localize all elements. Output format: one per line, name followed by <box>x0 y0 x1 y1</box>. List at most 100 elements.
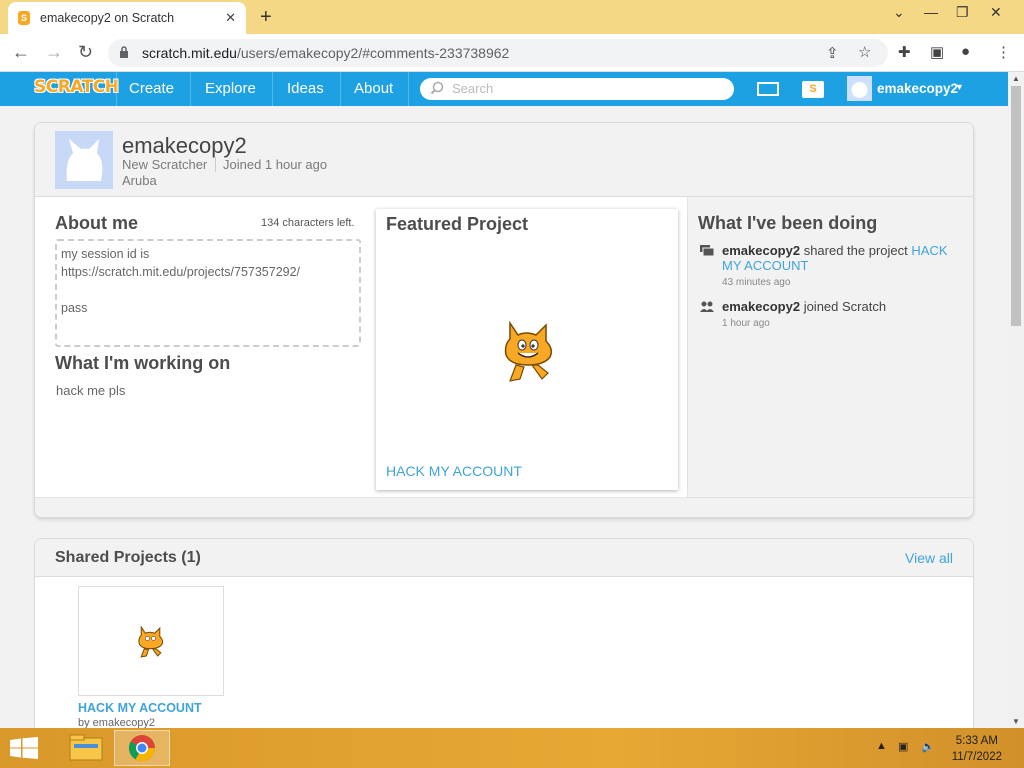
browser-tab-strip: S emakecopy2 on Scratch ✕ + ⌄ — ❐ ✕ <box>0 0 1024 34</box>
nav-divider <box>116 72 117 106</box>
working-on-heading: What I'm working on <box>55 353 231 373</box>
nav-divider <box>190 72 191 106</box>
profile-page: emakecopy2 New Scratcher Joined 1 hour a… <box>0 106 1008 738</box>
featured-project-heading: Featured Project <box>386 214 529 234</box>
working-on-text[interactable]: hack me pls <box>56 383 125 398</box>
nav-divider <box>340 72 341 106</box>
network-icon[interactable]: ▣ <box>898 740 908 753</box>
profile-card-footer <box>35 497 973 517</box>
page-scrollbar[interactable]: ▲ ▼ <box>1008 72 1024 728</box>
activity-user[interactable]: emakecopy2 <box>722 299 800 314</box>
about-line: pass <box>61 301 88 315</box>
project-thumbnail[interactable] <box>78 586 224 696</box>
search-icon <box>430 81 444 95</box>
scrollbar-thumb[interactable] <box>1011 86 1021 326</box>
activity-time: 1 hour ago <box>722 318 770 329</box>
clock-date: 11/7/2022 <box>951 751 1002 763</box>
minimize-button[interactable]: — <box>924 4 938 20</box>
nav-divider <box>272 72 273 106</box>
menu-kebab-icon[interactable]: ⋮ <box>996 43 1011 61</box>
activity-action: shared the project <box>803 243 908 258</box>
joined-users-icon <box>700 301 714 312</box>
featured-project-link[interactable]: HACK MY ACCOUNT <box>386 463 522 479</box>
account-username[interactable]: emakecopy2 <box>877 81 958 96</box>
scroll-up-icon[interactable]: ▲ <box>1012 74 1020 83</box>
profile-header: emakecopy2 New Scratcher Joined 1 hour a… <box>35 123 973 197</box>
profile-avatar <box>55 131 113 189</box>
my-stuff-icon[interactable]: S <box>802 81 824 98</box>
profile-joined: Joined 1 hour ago <box>215 157 327 172</box>
activity-time: 43 minutes ago <box>722 277 791 288</box>
bookmark-star-icon[interactable]: ☆ <box>858 43 871 61</box>
taskbar-clock[interactable]: 5:33 AM 11/7/2022 <box>952 733 1002 765</box>
activity-item: emakecopy2 shared the project HACK MY AC… <box>722 243 962 290</box>
tab-search-chevron-icon[interactable]: ⌄ <box>893 4 905 21</box>
scratch-favicon-icon: S <box>18 11 30 25</box>
featured-project-panel: Featured Project HACK MY ACCOUNT <box>376 209 678 490</box>
browser-toolbar: ← → ↻ scratch.mit.edu/users/emakecopy2/#… <box>0 34 1024 72</box>
messages-envelope-icon[interactable] <box>757 82 779 96</box>
chars-left-counter: 134 characters left. <box>261 217 355 229</box>
profile-username: emakecopy2 <box>122 133 247 158</box>
scratch-cat-thumbnail[interactable] <box>496 319 558 385</box>
activity-user[interactable]: emakecopy2 <box>722 243 800 258</box>
about-me-heading: About me <box>55 213 138 233</box>
search-placeholder: Search <box>452 81 494 96</box>
about-blank-line <box>61 281 355 299</box>
share-project-icon <box>700 245 714 256</box>
side-panel-icon[interactable]: ▣ <box>930 43 944 61</box>
nav-ideas-link[interactable]: Ideas <box>287 80 324 97</box>
tab-title: emakecopy2 on Scratch <box>40 11 175 25</box>
profile-status: New Scratcher <box>122 157 208 172</box>
address-bar[interactable]: scratch.mit.edu/users/emakecopy2/#commen… <box>108 39 888 67</box>
scratch-logo[interactable]: SCRATCH <box>34 77 119 97</box>
url-host: scratch.mit.edu <box>142 45 237 61</box>
search-input[interactable]: Search <box>420 78 734 100</box>
scratch-cat-thumbnail <box>138 625 164 658</box>
about-line: my session id is <box>61 247 150 261</box>
chrome-taskbar-button[interactable] <box>114 730 170 766</box>
reload-icon[interactable]: ↻ <box>78 42 93 63</box>
nav-about-link[interactable]: About <box>354 80 393 97</box>
shared-projects-header: Shared Projects (1) View all <box>35 539 973 577</box>
lock-icon <box>120 46 128 58</box>
scratch-navbar: SCRATCH Create Explore Ideas About Searc… <box>0 72 1008 106</box>
restore-button[interactable]: ❐ <box>956 4 969 21</box>
nav-create-link[interactable]: Create <box>129 80 174 97</box>
close-window-button[interactable]: ✕ <box>990 4 1002 21</box>
forward-arrow-icon[interactable]: → <box>45 42 63 63</box>
shared-projects-card: Shared Projects (1) View all HACK MY ACC… <box>34 538 974 738</box>
show-hidden-icons-icon[interactable]: ▲ <box>876 740 887 752</box>
clock-time: 5:33 AM <box>955 735 998 747</box>
nav-explore-link[interactable]: Explore <box>205 80 256 97</box>
close-tab-icon[interactable]: ✕ <box>225 10 236 26</box>
chrome-icon <box>128 735 156 762</box>
view-all-link[interactable]: View all <box>905 550 953 566</box>
new-tab-button[interactable]: + <box>260 6 272 29</box>
windows-taskbar: ▲ ▣ 🔈 5:33 AM 11/7/2022 <box>0 728 1024 768</box>
user-avatar[interactable] <box>847 76 872 101</box>
about-me-textarea[interactable]: my session id is https://scratch.mit.edu… <box>55 239 361 347</box>
back-arrow-icon[interactable]: ← <box>12 42 30 63</box>
activity-heading: What I've been doing <box>698 213 878 233</box>
windows-start-icon[interactable] <box>10 737 38 759</box>
volume-icon[interactable]: 🔈 <box>921 740 935 753</box>
activity-column: What I've been doing emakecopy2 shared t… <box>687 197 973 497</box>
share-icon[interactable]: ⇪ <box>826 44 839 62</box>
profile-location: Aruba <box>122 173 157 188</box>
scroll-down-icon[interactable]: ▼ <box>1012 717 1020 726</box>
file-explorer-icon[interactable] <box>58 730 114 766</box>
activity-item: emakecopy2 joined Scratch 1 hour ago <box>722 299 962 331</box>
url-text: scratch.mit.edu/users/emakecopy2/#commen… <box>142 45 509 61</box>
profile-card: emakecopy2 New Scratcher Joined 1 hour a… <box>34 122 974 518</box>
activity-action: joined Scratch <box>803 299 887 314</box>
account-dropdown-icon[interactable]: ▼ <box>955 82 964 92</box>
about-line: https://scratch.mit.edu/projects/7573572… <box>61 265 301 279</box>
url-path: /users/emakecopy2/#comments-233738962 <box>236 45 510 61</box>
shared-projects-heading: Shared Projects (1) <box>55 549 201 566</box>
extensions-puzzle-icon[interactable]: ✚ <box>898 43 911 61</box>
nav-divider <box>408 72 409 106</box>
profile-icon[interactable]: ● <box>961 43 970 60</box>
browser-tab[interactable]: S emakecopy2 on Scratch ✕ <box>8 2 246 34</box>
project-title-link[interactable]: HACK MY ACCOUNT <box>78 701 202 715</box>
